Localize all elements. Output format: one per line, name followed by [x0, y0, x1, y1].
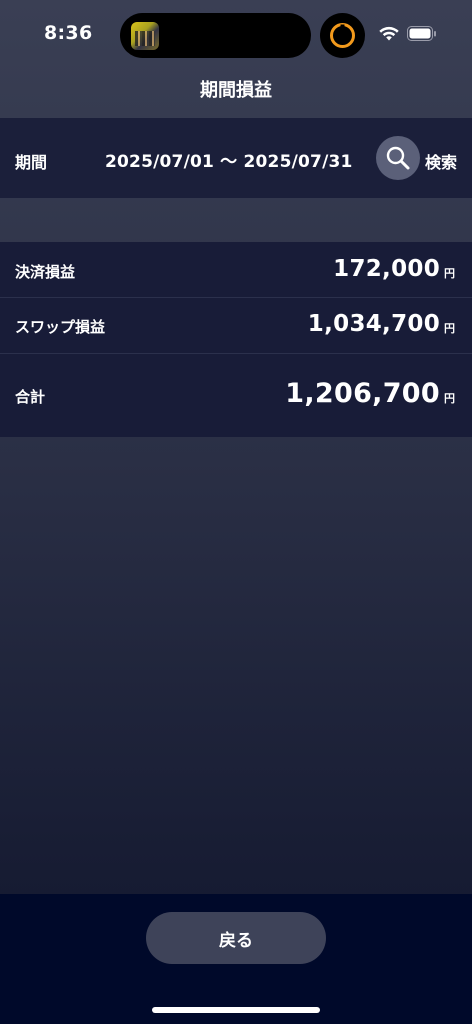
back-button[interactable]: 戻る [146, 912, 326, 964]
list-item-total: 合計 1,206,700 円 [0, 354, 472, 437]
profit-loss-summary: 決済損益 172,000 円 スワップ損益 1,034,700 円 合計 1,2… [0, 242, 472, 437]
search-icon [386, 146, 410, 170]
list-item-swap: スワップ損益 1,034,700 円 [0, 298, 472, 353]
battery-icon [407, 26, 436, 41]
list-item-settlement: 決済損益 172,000 円 [0, 242, 472, 297]
row-label: 合計 [15, 388, 46, 406]
dynamic-island [120, 13, 311, 58]
status-bar: 8:36 [0, 0, 472, 70]
wifi-icon [379, 26, 399, 41]
period-range-field[interactable]: 2025/07/01 〜 2025/07/31 [105, 147, 353, 172]
row-value: 1,034,700 [307, 311, 440, 337]
row-value: 172,000 [333, 256, 440, 282]
row-label: 決済損益 [15, 263, 76, 281]
period-label: 期間 [15, 153, 48, 172]
row-unit: 円 [444, 322, 455, 335]
row-unit: 円 [444, 392, 455, 405]
now-playing-thumbnail-icon [131, 22, 159, 50]
row-unit: 円 [444, 267, 455, 280]
row-value: 1,206,700 [285, 378, 440, 409]
search-button-label[interactable]: 検索 [425, 149, 457, 173]
page-title: 期間損益 [200, 80, 272, 101]
row-label: スワップ損益 [15, 318, 106, 336]
search-button[interactable] [376, 136, 420, 180]
status-time: 8:36 [44, 22, 93, 44]
home-indicator[interactable] [152, 1007, 320, 1013]
timer-icon [320, 13, 365, 58]
